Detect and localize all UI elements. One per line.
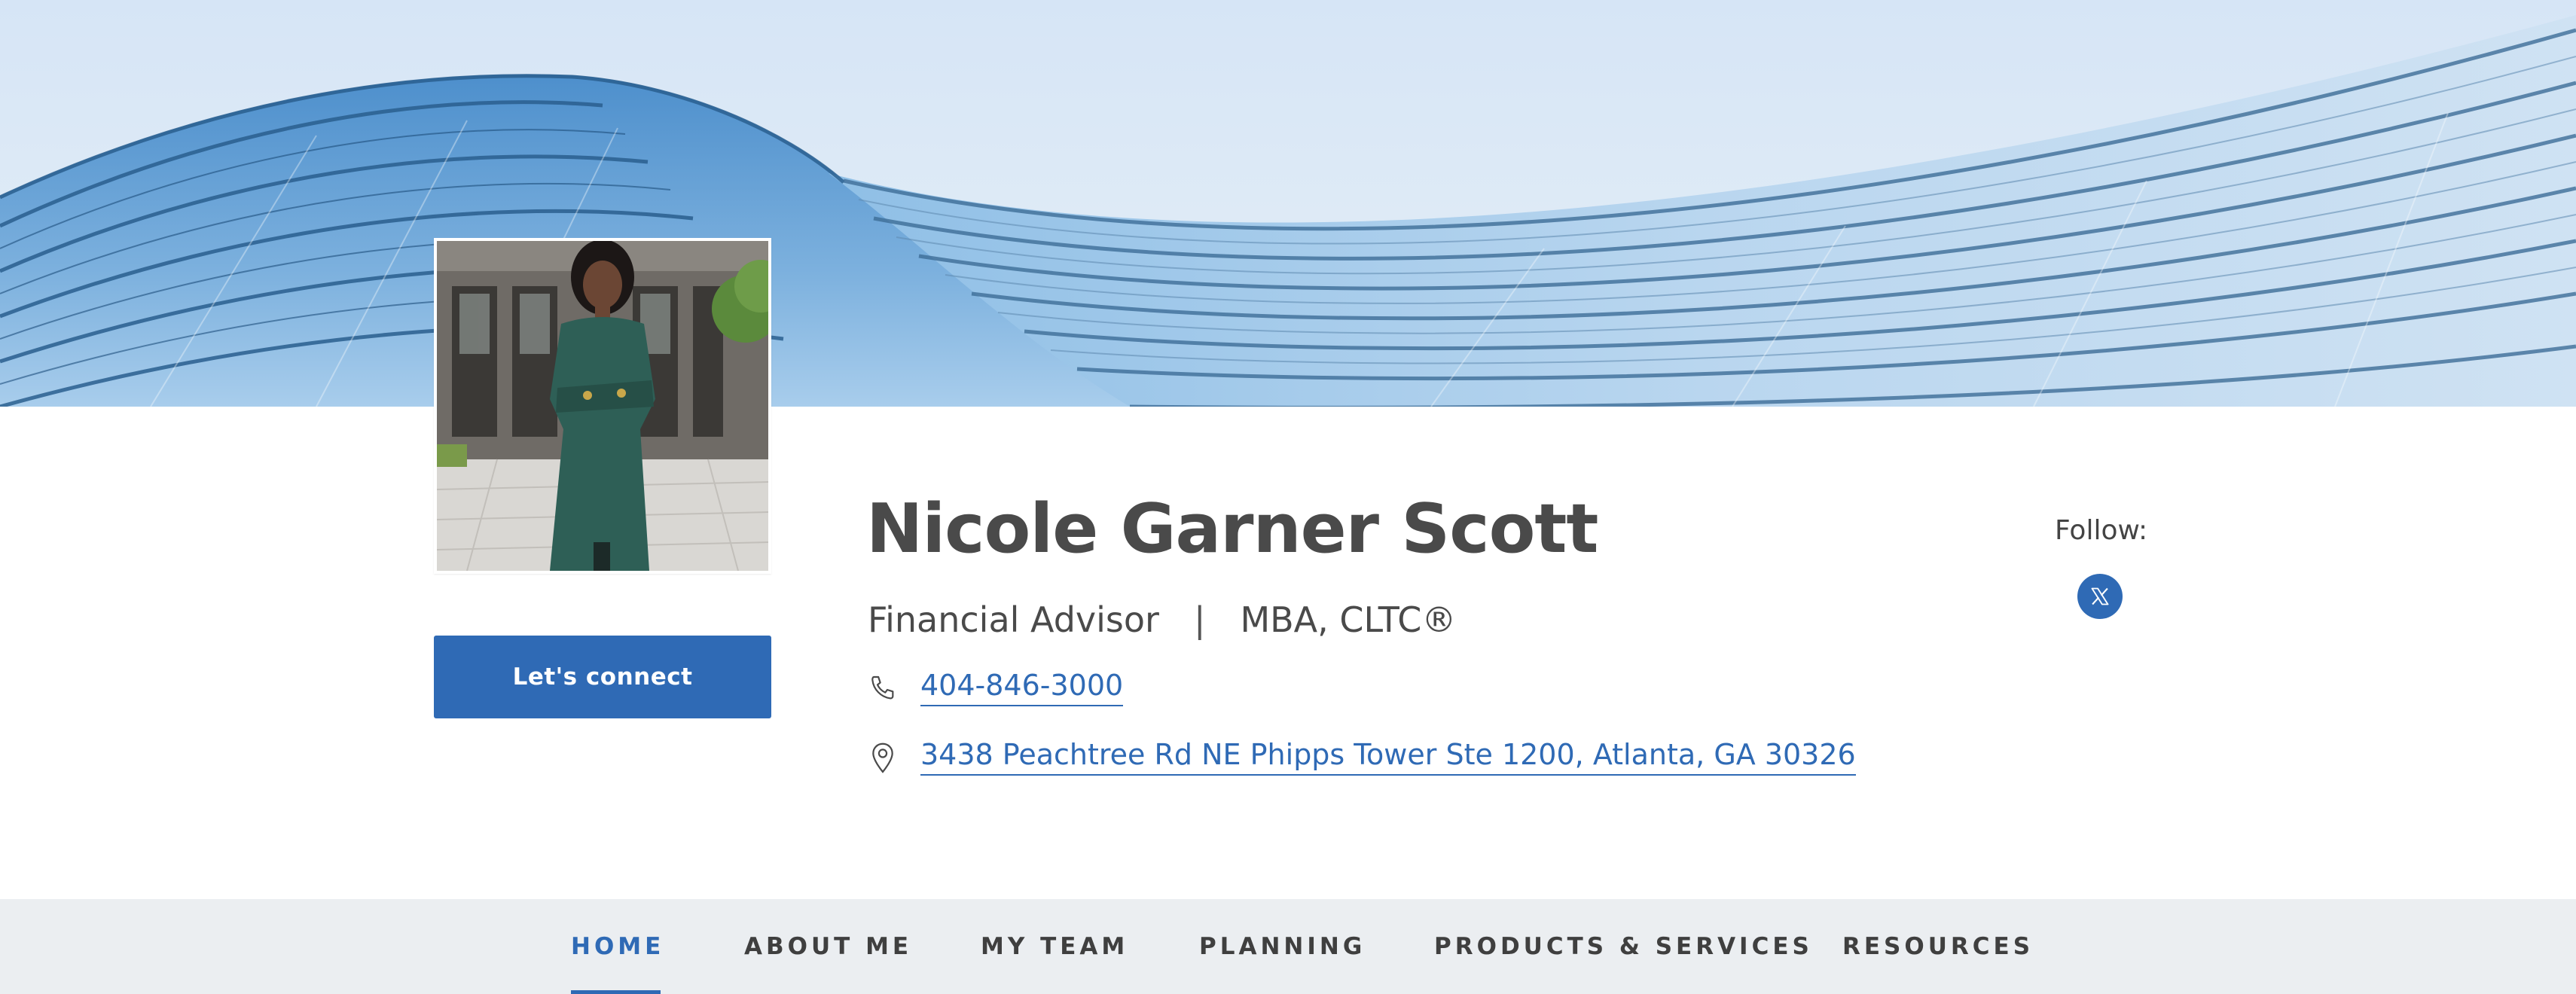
nav-item-resources[interactable]: RESOURCES [1842, 899, 2034, 994]
address-row: 3438 Peachtree Rd NE Phipps Tower Ste 12… [866, 739, 1856, 776]
x-twitter-icon[interactable] [2077, 574, 2123, 619]
advisor-credentials: MBA, CLTC® [1240, 599, 1457, 640]
nav-item-about-me[interactable]: ABOUT ME [744, 899, 912, 994]
lets-connect-button[interactable]: Let's connect [434, 636, 771, 718]
main-nav: HOME ABOUT ME MY TEAM PLANNING PRODUCTS … [0, 899, 2576, 994]
building-roof-image [0, 15, 2576, 407]
address-link[interactable]: 3438 Peachtree Rd NE Phipps Tower Ste 12… [920, 739, 1856, 776]
advisor-title: Financial Advisor [868, 599, 1159, 640]
advisor-name: Nicole Garner Scott [866, 489, 1598, 569]
advisor-title-line: Financial Advisor | MBA, CLTC® [868, 599, 1456, 640]
follow-label: Follow: [2055, 515, 2148, 546]
advisor-portrait-image [437, 241, 768, 571]
phone-row: 404-846-3000 [866, 669, 1124, 706]
hero-banner [0, 0, 2576, 407]
phone-icon [866, 670, 899, 706]
advisor-photo [434, 238, 771, 574]
nav-item-products-services[interactable]: PRODUCTS & SERVICES [1434, 899, 1813, 994]
x-logo-icon [2091, 587, 2109, 605]
nav-item-home[interactable]: HOME [571, 899, 664, 994]
nav-item-planning[interactable]: PLANNING [1199, 899, 1366, 994]
location-pin-icon [866, 739, 899, 776]
title-separator: | [1193, 599, 1206, 640]
phone-link[interactable]: 404-846-3000 [920, 669, 1124, 706]
nav-item-my-team[interactable]: MY TEAM [981, 899, 1128, 994]
